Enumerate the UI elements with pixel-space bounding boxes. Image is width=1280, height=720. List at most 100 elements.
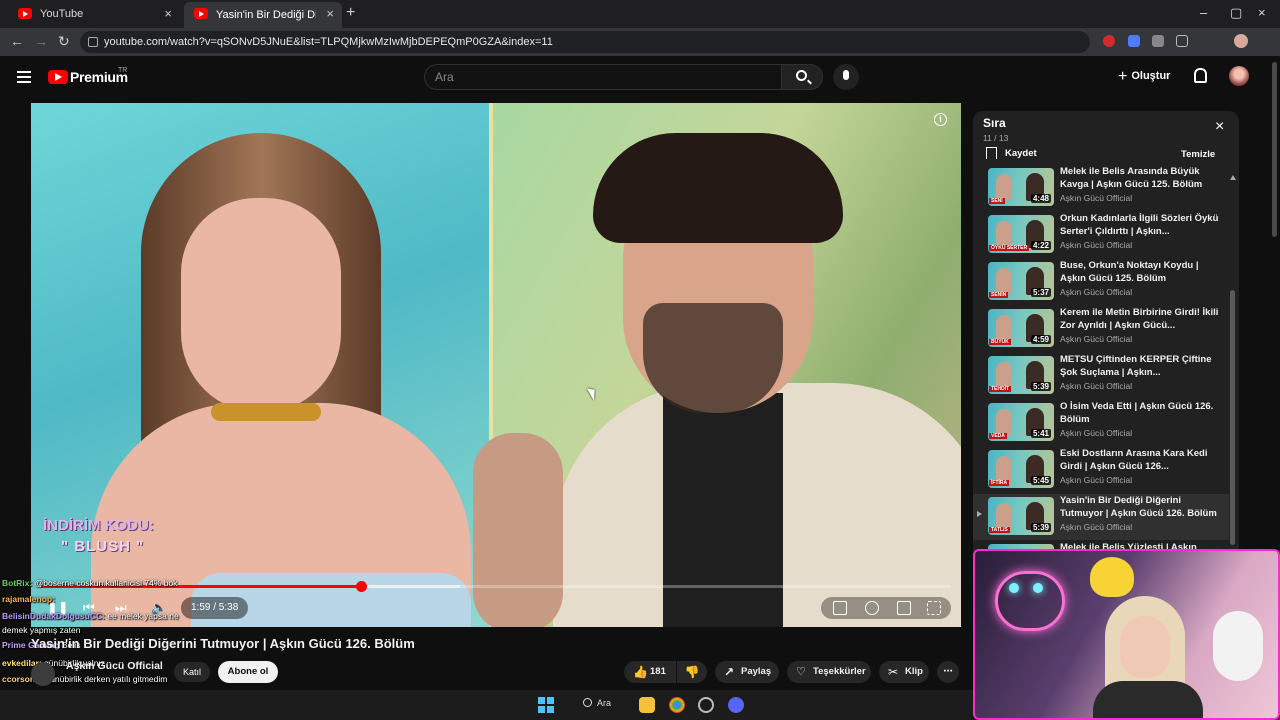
notifications-bell-icon[interactable] [1194,68,1207,83]
miniplayer-icon[interactable] [897,601,911,615]
youtube-favicon-icon [194,8,208,19]
queue-item[interactable]: SENİN 5:37 Buse, Orkun'a Noktayı Koydu | A… [973,259,1229,305]
video-title: Yasin'in Bir Dediği Diğerini Tutmuyor | … [31,636,415,651]
queue-item[interactable]: İFTİRA 5:45 Eski Dostların Arasına Kara Ke… [973,447,1229,493]
share-button[interactable]: ↗ Paylaş [715,661,779,683]
chat-message: demek yapmış zaten [2,625,80,635]
extension-icon[interactable] [1152,35,1164,47]
chat-text: @boserne coskun.kullanicisi 74% bok [34,578,178,588]
info-icon[interactable]: i [934,113,947,126]
fullscreen-icon[interactable] [927,601,941,615]
queue-thumbnail[interactable]: ÖYKÜ SERTER 4:22 [988,215,1054,253]
playlist-queue-panel: Sıra 11 / 13 × Kaydet Temizle SENİ 4:48 Me… [973,111,1239,551]
queue-item-channel: Aşkın Gücü Official [1060,522,1133,532]
restore-icon[interactable]: ▢ [1230,5,1242,21]
tab-video[interactable]: Yasin'in Bir Dediği Diğerini × [184,2,342,28]
queue-item[interactable]: TEHDİT 5:39 METSU Çiftinden KERPER Çiftine… [973,353,1229,399]
profile-avatar[interactable] [1234,34,1248,48]
reload-icon[interactable]: ↻ [58,33,70,50]
queue-item[interactable]: VEDA 5:41 O İsim Veda Etti | Aşkın Gücü 12… [973,400,1229,446]
file-explorer-icon[interactable] [639,697,655,713]
close-window-icon[interactable]: × [1258,5,1266,20]
close-tab-icon[interactable]: × [326,6,334,21]
queue-item-channel: Aşkın Gücü Official [1060,240,1133,250]
queue-thumbnail[interactable]: BÜYÜK 4:59 [988,309,1054,347]
search-input[interactable]: Ara [424,64,782,90]
thumbnail-tag: SENİ [989,198,1005,204]
progress-bar[interactable] [41,581,951,592]
queue-item-title: O İsim Veda Etti | Aşkın Gücü 126. Bölüm [1060,401,1214,425]
queue-scrollbar[interactable] [1230,175,1236,545]
discord-icon[interactable] [728,697,744,713]
thanks-button[interactable]: ♡ Teşekkürler [787,661,871,683]
save-queue-button[interactable]: Kaydet [986,147,1037,159]
voice-search-mic-icon[interactable] [833,64,859,90]
search-button[interactable] [781,64,823,90]
extension-icon[interactable] [1103,35,1115,47]
queue-item[interactable]: BÜYÜK 4:59 Kerem ile Metin Birbirine Girdi… [973,306,1229,352]
url-text: youtube.com/watch?v=qSONvD5JNuE&list=TLP… [104,36,553,48]
page-scrollbar-thumb[interactable] [1272,62,1277,237]
queue-item[interactable]: SENİ 4:48 Melek ile Belis Arasında Büyük K… [973,165,1229,211]
close-queue-icon[interactable]: × [1215,118,1224,136]
queue-item-title: Yasin'in Bir Dediği Diğerini Tutmuyor | … [1060,495,1217,519]
channel-name[interactable]: Aşkın Gücü Official [66,660,163,672]
queue-thumbnail[interactable]: TATLIS 5:39 [988,497,1054,535]
channel-avatar[interactable] [31,662,55,686]
url-input[interactable]: youtube.com/watch?v=qSONvD5JNuE&list=TLP… [80,31,1090,53]
queue-item[interactable]: TATLIS 5:39 Yasin'in Bir Dediği Diğerini T… [973,494,1229,540]
clear-queue-button[interactable]: Temizle [1181,149,1215,160]
subscribe-button[interactable]: Abone ol [218,661,278,683]
clip-button[interactable]: ✂ Klip [879,661,929,683]
youtube-header: Premium TR Ara + Oluştur [0,56,1280,98]
subtitles-icon[interactable] [833,601,847,615]
close-tab-icon[interactable]: × [164,6,172,21]
more-actions-button[interactable]: ⋯ [937,661,959,683]
dislike-button[interactable]: 👎 [677,661,707,683]
queue-item-channel: Aşkın Gücü Official [1060,334,1133,344]
queue-thumbnail[interactable]: VEDA 5:41 [988,403,1054,441]
settings-gear-icon[interactable] [865,601,879,615]
windows-start-icon[interactable] [538,697,554,713]
join-button[interactable]: Katıl [174,662,210,682]
extension-icon[interactable] [1128,35,1140,47]
queue-item-title: Buse, Orkun'a Noktayı Koydu | Aşkın Gücü… [1060,260,1199,284]
queue-count: 11 / 13 [983,133,1009,143]
logo-region: TR [118,67,128,74]
chat-text: ee melek yapsa ne [107,611,179,621]
heart-dollar-icon: ♡ [796,666,806,678]
youtube-logo-icon[interactable] [48,70,68,84]
queue-thumbnail[interactable]: SENİ 4:48 [988,168,1054,206]
queue-item[interactable]: ÖYKÜ SERTER 4:22 Orkun Kadınlarla İlgili S… [973,212,1229,258]
queue-item-title: Kerem ile Metin Birbirine Girdi! İkili Z… [1060,307,1219,331]
create-button[interactable]: + Oluştur [1118,68,1170,86]
hamburger-menu-icon[interactable] [17,71,31,83]
thumbnail-tag: TEHDİT [989,386,1012,392]
forward-arrow-icon[interactable]: → [34,33,48,49]
promo-code-label: İNDİRİM KODU: [43,517,154,534]
queue-thumbnail[interactable]: TEHDİT 5:39 [988,356,1054,394]
duration-badge: 5:37 [1030,288,1051,297]
app-icon[interactable] [698,697,714,713]
scrollbar-thumb[interactable] [1230,290,1235,545]
taskbar-search[interactable]: Ara [583,698,611,708]
chrome-icon[interactable] [669,697,685,713]
queue-thumbnail[interactable]: SENİN 5:37 [988,262,1054,300]
chat-text: günübirlik derken yatılı gitmedim [45,674,168,684]
duration-badge: 5:39 [1030,382,1051,391]
new-tab-icon[interactable]: + [346,4,355,22]
queue-thumbnail[interactable]: İFTİRA 5:45 [988,450,1054,488]
streamer-webcam [973,549,1280,720]
minimize-icon[interactable]: – [1200,5,1207,20]
like-button[interactable]: 👍 181 [624,661,676,683]
site-info-icon[interactable] [88,37,98,47]
thumbnail-tag: VEDA [989,433,1007,439]
queue-item-channel: Aşkın Gücü Official [1060,475,1133,485]
tab-youtube[interactable]: YouTube × [8,2,180,26]
extensions-puzzle-icon[interactable] [1176,35,1188,47]
video-player[interactable]: İNDİRİM KODU: " BLUSH " i ❚❚ ⏮ ⏭ 🔈 1:59 … [31,103,961,627]
thumbnail-tag: BÜYÜK [989,339,1011,345]
account-avatar[interactable] [1229,66,1249,86]
scroll-up-icon[interactable] [1230,175,1236,180]
back-arrow-icon[interactable]: ← [10,33,24,49]
